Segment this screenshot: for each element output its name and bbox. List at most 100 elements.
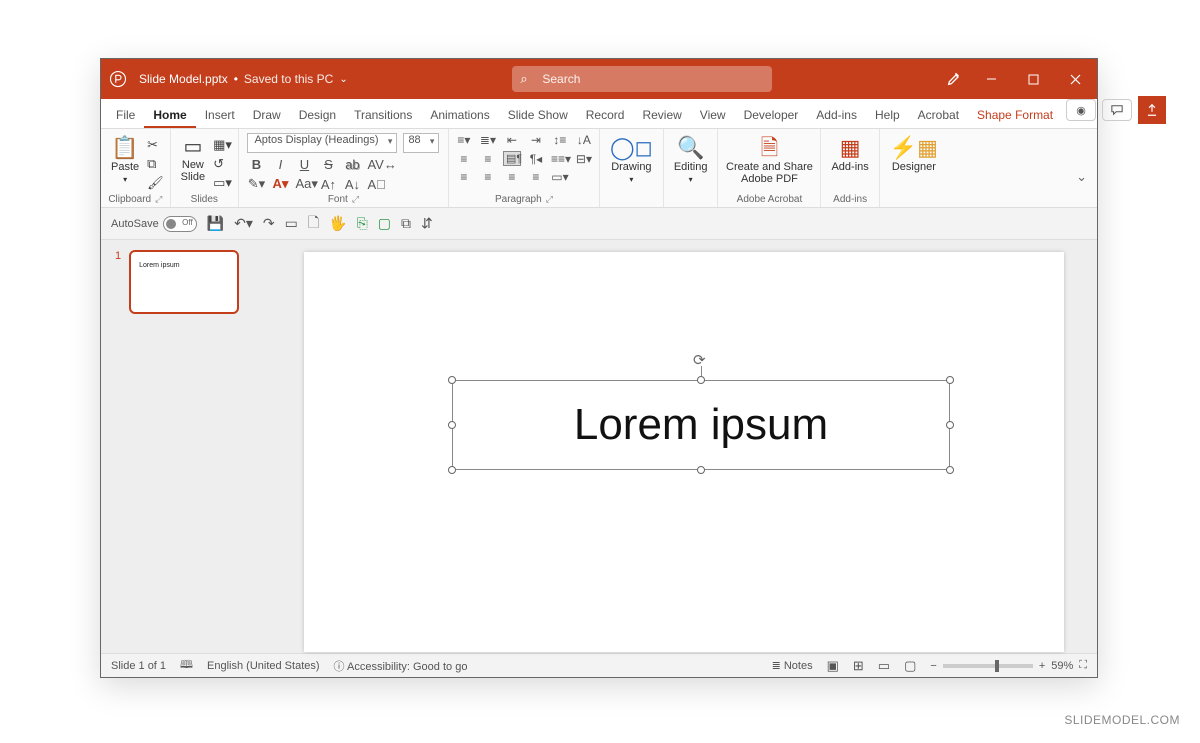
slide-thumbnail-1[interactable]: Lorem ipsum: [129, 250, 239, 314]
rtl-button[interactable]: ¶◂: [527, 152, 545, 166]
qa-present-icon[interactable]: ▢: [378, 215, 391, 232]
tab-acrobat[interactable]: Acrobat: [909, 102, 968, 128]
align-left-button[interactable]: ≡: [455, 152, 473, 166]
qa-email-icon[interactable]: ⎘: [357, 215, 368, 232]
paste-button[interactable]: 📋 Paste ▾: [107, 133, 143, 188]
share-button[interactable]: [1138, 96, 1166, 124]
search-box[interactable]: ⌕: [512, 66, 772, 92]
resize-handle-se[interactable]: [946, 466, 954, 474]
align-center-button[interactable]: ≡: [479, 152, 497, 166]
copy-button[interactable]: ⧉: [147, 156, 164, 172]
redo-button[interactable]: ↷: [263, 215, 275, 232]
designer-button[interactable]: ⚡▦Designer: [886, 133, 942, 177]
tab-review[interactable]: Review: [633, 102, 690, 128]
tab-help[interactable]: Help: [866, 102, 909, 128]
resize-handle-s[interactable]: [697, 466, 705, 474]
align-text-button[interactable]: ⊟▾: [575, 152, 593, 166]
collapse-ribbon-button[interactable]: ⌄: [1070, 129, 1097, 207]
align-r1[interactable]: ≡: [455, 170, 473, 184]
clear-format-button[interactable]: A⃠: [367, 177, 385, 192]
zoom-slider[interactable]: [943, 664, 1033, 668]
indent-right-button[interactable]: ⇥: [527, 133, 545, 147]
comments-button[interactable]: [1102, 99, 1132, 121]
qa-open-icon[interactable]: 🗋: [308, 212, 319, 236]
italic-button[interactable]: I: [271, 157, 289, 172]
zoom-control[interactable]: − + 59% ⛶: [930, 659, 1087, 672]
underline-button[interactable]: U: [295, 157, 313, 172]
tab-animations[interactable]: Animations: [421, 102, 498, 128]
grow-font-button[interactable]: A↑: [319, 177, 337, 192]
format-painter-button[interactable]: 🖌: [147, 175, 164, 191]
qa-customize-icon[interactable]: ⇵: [421, 215, 433, 232]
autosave-toggle[interactable]: AutoSave Off: [111, 216, 197, 232]
dialog-launcher-icon[interactable]: ⤢: [546, 194, 553, 205]
font-color-button[interactable]: A▾: [271, 176, 289, 192]
tab-design[interactable]: Design: [290, 102, 345, 128]
sorter-view-button[interactable]: ⊞: [853, 658, 864, 674]
zoom-out-button[interactable]: −: [930, 660, 936, 672]
change-case-button[interactable]: Aa▾: [295, 176, 313, 192]
slideshow-view-button[interactable]: ▢: [904, 658, 916, 674]
fit-button[interactable]: ⛶: [1079, 659, 1087, 672]
tab-insert[interactable]: Insert: [196, 102, 244, 128]
slide-counter[interactable]: Slide 1 of 1: [111, 660, 166, 672]
qa-newfile-icon[interactable]: ▭: [285, 215, 298, 232]
strike-button[interactable]: S: [319, 157, 337, 172]
smartart-button[interactable]: ▭▾: [551, 170, 569, 184]
spellcheck-icon[interactable]: 🕮: [180, 656, 193, 675]
tab-home[interactable]: Home: [144, 102, 195, 128]
editing-button[interactable]: 🔍Editing▾: [670, 133, 712, 188]
font-size-combo[interactable]: 88: [403, 133, 439, 153]
language-status[interactable]: English (United States): [207, 660, 320, 672]
rotate-handle[interactable]: ⟳: [693, 351, 709, 367]
resize-handle-sw[interactable]: [448, 466, 456, 474]
cut-button[interactable]: ✂: [147, 137, 164, 153]
normal-view-button[interactable]: ▣: [827, 658, 839, 674]
shadow-button[interactable]: ab: [343, 157, 361, 172]
highlight-button[interactable]: ✎▾: [247, 176, 265, 192]
char-spacing-button[interactable]: AV↔: [367, 157, 385, 172]
align-r2[interactable]: ≡: [479, 170, 497, 184]
notes-button[interactable]: ≣ Notes: [772, 659, 813, 672]
slide[interactable]: ⟳ Lorem ipsum: [304, 252, 1064, 652]
tab-file[interactable]: File: [107, 102, 144, 128]
qa-copy-icon[interactable]: ⧉: [401, 215, 411, 232]
resize-handle-n[interactable]: [697, 376, 705, 384]
reset-button[interactable]: ↺: [213, 156, 232, 172]
tab-slideshow[interactable]: Slide Show: [499, 102, 577, 128]
resize-handle-ne[interactable]: [946, 376, 954, 384]
addins-button[interactable]: ▦Add-ins: [827, 133, 872, 177]
layout-button[interactable]: ▦▾: [213, 137, 232, 153]
zoom-level[interactable]: 59%: [1051, 660, 1073, 672]
zoom-in-button[interactable]: +: [1039, 660, 1045, 672]
new-slide-button[interactable]: ▭ New Slide: [177, 133, 209, 187]
bold-button[interactable]: B: [247, 157, 265, 172]
tab-view[interactable]: View: [691, 102, 735, 128]
tab-shape-format[interactable]: Shape Format: [968, 102, 1062, 128]
columns-button[interactable]: ≡≡▾: [551, 152, 569, 166]
section-button[interactable]: ▭▾: [213, 175, 232, 191]
search-input[interactable]: [512, 66, 772, 92]
tab-developer[interactable]: Developer: [735, 102, 808, 128]
align-r4[interactable]: ≡: [527, 170, 545, 184]
tab-transitions[interactable]: Transitions: [345, 102, 421, 128]
shrink-font-button[interactable]: A↓: [343, 177, 361, 192]
tab-addins[interactable]: Add-ins: [807, 102, 866, 128]
minimize-button[interactable]: [971, 59, 1013, 99]
align-r3[interactable]: ≡: [503, 170, 521, 184]
bullets-button[interactable]: ≡▾: [455, 133, 473, 147]
coming-soon-icon[interactable]: [937, 71, 971, 87]
numbering-button[interactable]: ≣▾: [479, 133, 497, 147]
create-pdf-button[interactable]: 🗎Create and Share Adobe PDF: [724, 133, 814, 189]
document-title[interactable]: Slide Model.pptx • Saved to this PC ⌄: [135, 72, 348, 86]
tab-draw[interactable]: Draw: [244, 102, 290, 128]
dialog-launcher-icon[interactable]: ⤢: [352, 194, 359, 205]
indent-left-button[interactable]: ⇤: [503, 133, 521, 147]
resize-handle-e[interactable]: [946, 421, 954, 429]
resize-handle-w[interactable]: [448, 421, 456, 429]
record-indicator-button[interactable]: ◉: [1066, 99, 1096, 121]
align-justify-button[interactable]: ▤¶: [503, 151, 521, 166]
text-direction-button[interactable]: ↓A: [575, 133, 593, 147]
slide-canvas-area[interactable]: ⟳ Lorem ipsum: [271, 240, 1097, 653]
dialog-launcher-icon[interactable]: ⤢: [155, 194, 162, 205]
